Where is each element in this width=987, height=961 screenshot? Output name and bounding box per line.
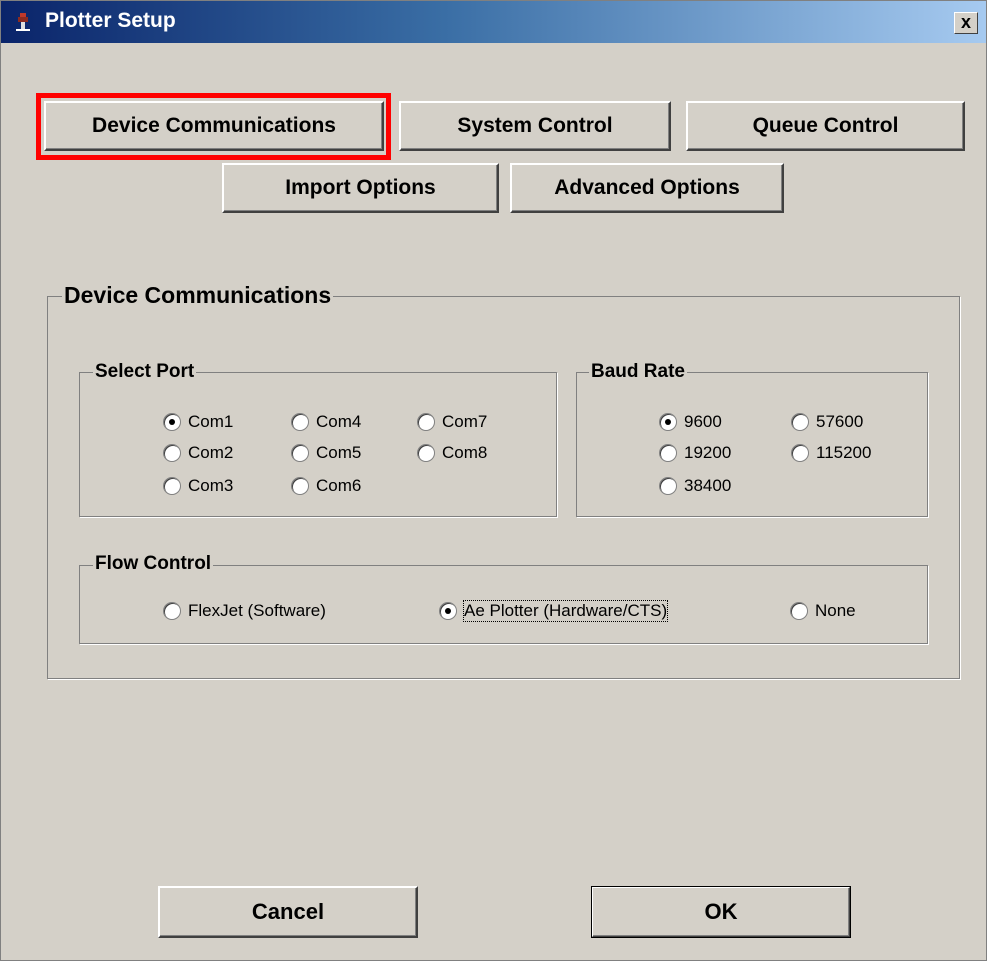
radio-baud-38400[interactable]: 38400 [659, 476, 731, 496]
radio-com8[interactable]: Com8 [417, 443, 487, 463]
radio-com7[interactable]: Com7 [417, 412, 487, 432]
radio-com2-indicator[interactable] [163, 444, 181, 462]
radio-baud-19200-indicator[interactable] [659, 444, 677, 462]
radio-com1-label: Com1 [188, 412, 234, 431]
radio-com3[interactable]: Com3 [163, 476, 233, 496]
radio-com6-label: Com6 [316, 476, 362, 495]
radio-flow-flexjet-indicator[interactable] [163, 602, 181, 620]
window-title: Plotter Setup [45, 9, 176, 32]
ok-button[interactable]: OK [591, 886, 851, 938]
radio-baud-57600[interactable]: 57600 [791, 412, 863, 432]
radio-com4-indicator[interactable] [291, 413, 309, 431]
radio-com4-label: Com4 [316, 412, 362, 431]
radio-flow-none-label: None [815, 601, 856, 620]
radio-com3-indicator[interactable] [163, 477, 181, 495]
tab-advanced-options[interactable]: Advanced Options [510, 163, 784, 213]
radio-com1[interactable]: Com1 [163, 412, 233, 432]
radio-com6-indicator[interactable] [291, 477, 309, 495]
radio-baud-57600-indicator[interactable] [791, 413, 809, 431]
baud-rate-group-title: Baud Rate [589, 361, 687, 383]
cancel-button-label: Cancel [251, 899, 325, 924]
radio-baud-9600-label: 9600 [684, 412, 722, 431]
radio-flow-ae-plotter[interactable]: Ae Plotter (Hardware/CTS) [439, 600, 669, 622]
radio-com8-label: Com8 [442, 443, 488, 462]
plotter-icon [13, 11, 35, 33]
radio-baud-19200[interactable]: 19200 [659, 443, 731, 463]
close-icon: x [960, 12, 971, 32]
device-communications-group-title: Device Communications [62, 282, 334, 309]
radio-baud-9600[interactable]: 9600 [659, 412, 722, 432]
tab-import-options-label: Import Options [285, 176, 436, 199]
radio-com7-indicator[interactable] [417, 413, 435, 431]
radio-flow-ae-plotter-label: Ae Plotter (Hardware/CTS) [462, 600, 669, 622]
radio-com8-indicator[interactable] [417, 444, 435, 462]
radio-com6[interactable]: Com6 [291, 476, 361, 496]
cancel-button[interactable]: Cancel [158, 886, 418, 938]
radio-com1-indicator[interactable] [163, 413, 181, 431]
radio-baud-9600-indicator[interactable] [659, 413, 677, 431]
radio-baud-115200[interactable]: 115200 [791, 443, 871, 463]
radio-baud-115200-indicator[interactable] [791, 444, 809, 462]
radio-flow-none-indicator[interactable] [790, 602, 808, 620]
select-port-group-title: Select Port [93, 361, 197, 383]
radio-baud-115200-label: 115200 [816, 443, 872, 462]
ok-button-label: OK [704, 899, 738, 924]
plotter-setup-window: Plotter Setup x Device Communications Sy… [0, 0, 987, 961]
radio-baud-57600-label: 57600 [816, 412, 864, 431]
flow-control-group-title: Flow Control [93, 553, 214, 575]
tab-queue-control-label: Queue Control [752, 114, 899, 137]
active-tab-highlight [36, 93, 391, 160]
radio-com4[interactable]: Com4 [291, 412, 361, 432]
radio-com2[interactable]: Com2 [163, 443, 233, 463]
radio-baud-38400-indicator[interactable] [659, 477, 677, 495]
radio-com7-label: Com7 [442, 412, 488, 431]
title-bar: Plotter Setup x [1, 1, 986, 43]
tab-queue-control[interactable]: Queue Control [686, 101, 965, 151]
radio-flow-flexjet-label: FlexJet (Software) [188, 601, 326, 620]
radio-flow-flexjet[interactable]: FlexJet (Software) [163, 601, 326, 621]
radio-com3-label: Com3 [188, 476, 234, 495]
radio-com2-label: Com2 [188, 443, 234, 462]
tab-import-options[interactable]: Import Options [222, 163, 499, 213]
radio-baud-19200-label: 19200 [684, 443, 732, 462]
radio-flow-none[interactable]: None [790, 601, 856, 621]
radio-com5[interactable]: Com5 [291, 443, 361, 463]
baud-rate-group [576, 372, 928, 517]
tab-system-control[interactable]: System Control [399, 101, 671, 151]
tab-system-control-label: System Control [457, 114, 613, 137]
radio-com5-label: Com5 [316, 443, 362, 462]
radio-baud-38400-label: 38400 [684, 476, 732, 495]
radio-flow-ae-plotter-indicator[interactable] [439, 602, 457, 620]
tab-advanced-options-label: Advanced Options [554, 176, 740, 199]
radio-com5-indicator[interactable] [291, 444, 309, 462]
close-button[interactable]: x [954, 12, 978, 34]
